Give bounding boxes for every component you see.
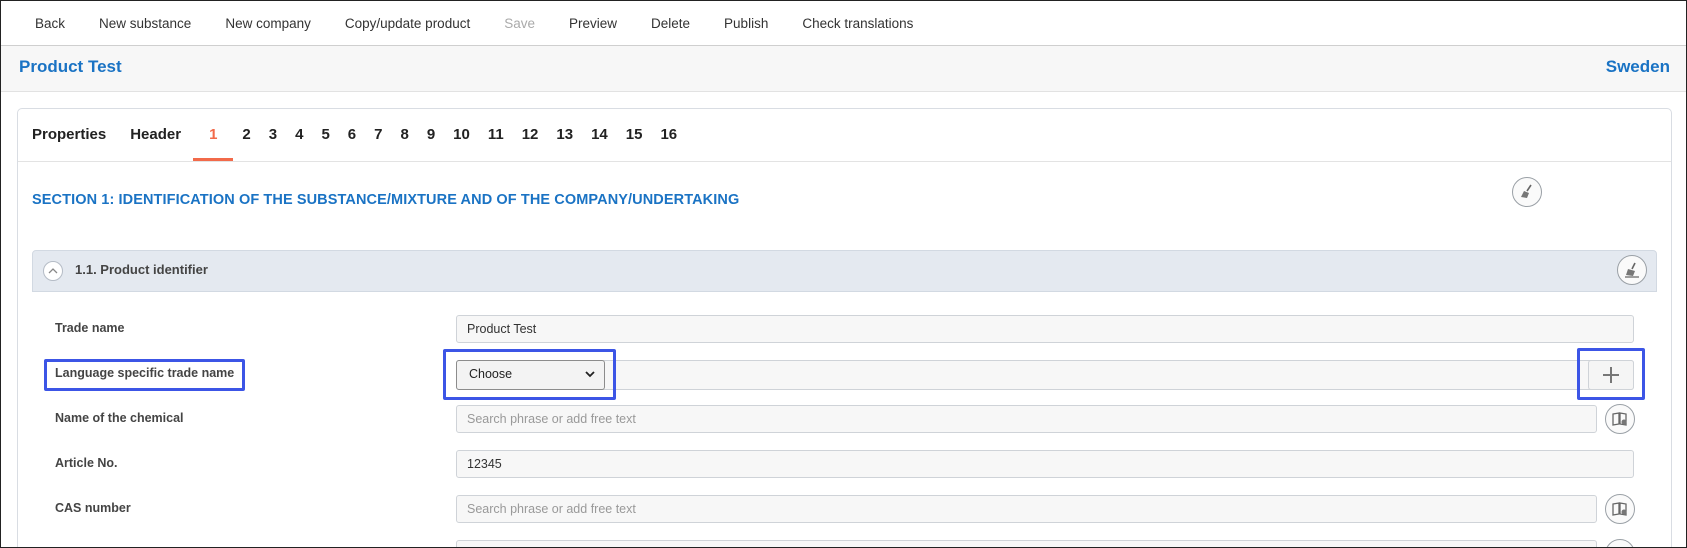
tab-properties[interactable]: Properties xyxy=(18,109,118,161)
broom-icon xyxy=(1625,262,1639,278)
tab-bar: Properties Header 1 2 3 4 5 6 7 8 9 10 1… xyxy=(18,109,1671,162)
tab-section-5[interactable]: 5 xyxy=(312,109,338,161)
phrase-book-icon xyxy=(1612,502,1627,516)
top-toolbar: Back New substance New company Copy/upda… xyxy=(1,1,1686,46)
subsection-product-identifier[interactable]: 1.1. Product identifier xyxy=(32,250,1657,292)
phrase-book-button[interactable] xyxy=(1605,404,1635,434)
trade-name-label: Trade name xyxy=(55,321,125,335)
language-select[interactable]: Choose xyxy=(456,360,605,390)
tab-section-13[interactable]: 13 xyxy=(547,109,582,161)
section-title: SECTION 1: IDENTIFICATION OF THE SUBSTAN… xyxy=(32,192,740,208)
chevron-up-icon[interactable] xyxy=(43,261,63,281)
copy-update-product-button[interactable]: Copy/update product xyxy=(328,16,487,31)
tab-section-11[interactable]: 11 xyxy=(479,109,513,161)
subsection-label: 1.1. Product identifier xyxy=(75,262,208,277)
phrase-book-button[interactable] xyxy=(1605,494,1635,524)
article-no-input[interactable]: 12345 xyxy=(456,450,1634,478)
tab-section-9[interactable]: 9 xyxy=(418,109,444,161)
country-label: Sweden xyxy=(1605,57,1670,76)
new-substance-button[interactable]: New substance xyxy=(82,16,208,31)
back-button[interactable]: Back xyxy=(1,16,82,31)
new-company-button[interactable]: New company xyxy=(208,16,328,31)
clear-section-button[interactable] xyxy=(1512,177,1542,207)
page-title: Product Test xyxy=(19,57,122,76)
phrase-book-icon xyxy=(1612,412,1627,426)
language-trade-name-row xyxy=(456,360,1634,390)
tab-section-15[interactable]: 15 xyxy=(617,109,652,161)
trade-name-input[interactable]: Product Test xyxy=(456,315,1634,343)
cas-number-label: CAS number xyxy=(55,501,131,515)
broom-icon xyxy=(1521,184,1532,198)
title-bar: Product Test Sweden xyxy=(1,46,1686,92)
tab-section-3[interactable]: 3 xyxy=(260,109,286,161)
chevron-down-icon xyxy=(585,371,595,378)
add-language-trade-name-button[interactable] xyxy=(1588,360,1634,390)
tab-section-2[interactable]: 2 xyxy=(233,109,259,161)
tab-section-7[interactable]: 7 xyxy=(365,109,391,161)
clear-subsection-button[interactable] xyxy=(1617,255,1647,285)
publish-button[interactable]: Publish xyxy=(707,16,785,31)
language-trade-name-label: Language specific trade name xyxy=(55,366,235,380)
next-field-input[interactable] xyxy=(456,540,1597,547)
language-select-value: Choose xyxy=(469,367,513,381)
tab-section-10[interactable]: 10 xyxy=(444,109,479,161)
tab-section-1[interactable]: 1 xyxy=(193,109,234,161)
chemical-name-label: Name of the chemical xyxy=(55,411,184,425)
save-button[interactable]: Save xyxy=(487,16,552,31)
tab-section-4[interactable]: 4 xyxy=(286,109,312,161)
tab-section-6[interactable]: 6 xyxy=(339,109,365,161)
tab-section-12[interactable]: 12 xyxy=(513,109,548,161)
cas-number-input[interactable]: Search phrase or add free text xyxy=(456,495,1597,523)
chemical-name-input[interactable]: Search phrase or add free text xyxy=(456,405,1597,433)
article-no-label: Article No. xyxy=(55,456,118,470)
check-translations-button[interactable]: Check translations xyxy=(785,16,930,31)
delete-button[interactable]: Delete xyxy=(634,16,707,31)
tab-section-14[interactable]: 14 xyxy=(582,109,617,161)
preview-button[interactable]: Preview xyxy=(552,16,634,31)
tab-header[interactable]: Header xyxy=(118,109,193,161)
plus-icon xyxy=(1603,367,1619,383)
tab-section-8[interactable]: 8 xyxy=(391,109,417,161)
tab-section-16[interactable]: 16 xyxy=(651,109,686,161)
app-window: Back New substance New company Copy/upda… xyxy=(0,0,1687,548)
